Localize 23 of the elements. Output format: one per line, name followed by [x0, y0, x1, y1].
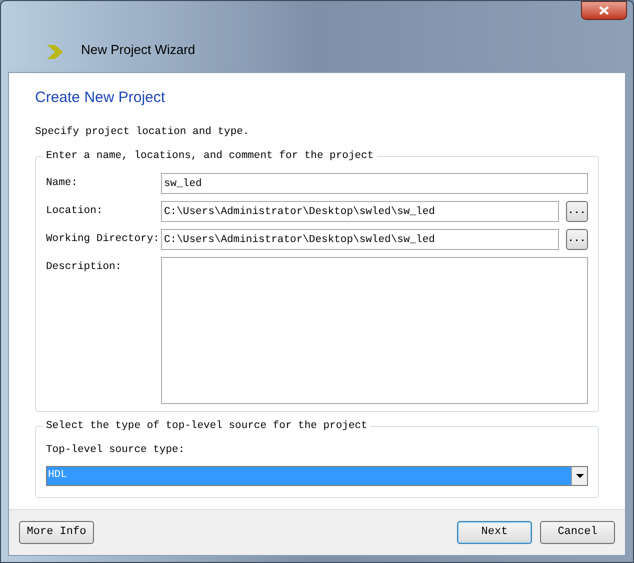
field-label: Description:: [46, 260, 123, 276]
dialog-button[interactable]: Next: [457, 521, 532, 544]
group-legend: Enter a name, locations, and comment for the project: [43, 149, 377, 164]
browse-button[interactable]: ...: [566, 229, 588, 250]
chevron-logo-icon: [47, 45, 63, 59]
description-field[interactable]: [161, 257, 588, 404]
close-button[interactable]: [581, 1, 627, 20]
dialog-button[interactable]: More Info: [19, 521, 94, 544]
input-field[interactable]: sw_led: [161, 173, 588, 194]
field-label: Name:: [46, 176, 79, 192]
field-label: Working Directory:: [46, 232, 160, 248]
close-icon: [599, 6, 609, 15]
input-field[interactable]: C:\Users\Administrator\Desktop\swled\sw_led: [161, 201, 559, 222]
dialog-button[interactable]: Cancel: [540, 521, 615, 544]
field-label: Top-level source type:: [46, 443, 186, 458]
field-label: Location:: [46, 204, 104, 220]
dropdown-arrow-icon: [576, 474, 584, 478]
intro-text: Specify project location and type.: [35, 124, 250, 140]
group-legend: Select the type of top-level source for the project: [43, 419, 370, 434]
input-field[interactable]: C:\Users\Administrator\Desktop\swled\sw_led: [161, 229, 559, 250]
window-title: New Project Wizard: [81, 40, 196, 59]
browse-button[interactable]: ...: [566, 201, 588, 222]
page-heading: Create New Project: [35, 88, 166, 108]
